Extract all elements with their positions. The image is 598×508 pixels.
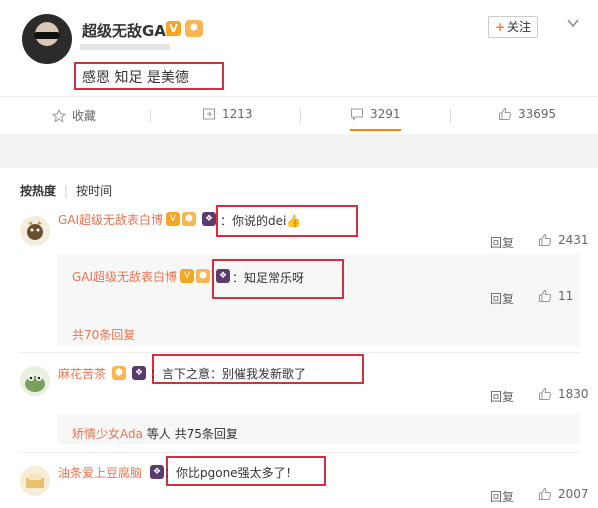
sort-by-time-tab[interactable]: 按时间	[76, 184, 112, 198]
comment-icon	[351, 108, 363, 121]
thumbs-up-icon	[539, 289, 552, 302]
comment-text-body: ：你说的dei	[220, 214, 287, 228]
verified-badge-icon: V	[180, 269, 194, 283]
sub-reply-like-count: 11	[558, 289, 574, 303]
comment-text: ：言下之意：别催我发新歌了	[150, 367, 307, 381]
comment-username[interactable]: GAI超级无敌表白博	[58, 211, 163, 228]
thumbs-up-icon	[539, 487, 552, 500]
more-replies-link[interactable]: 共70条回复	[72, 326, 135, 343]
level-badge-icon: ⬢	[196, 269, 210, 283]
verified-badge: V	[166, 21, 181, 36]
post-text: 感恩 知足 是美德	[82, 70, 189, 86]
comment-section: 按热度 | 按时间 GAI超级无敌表白博 V ⬢ ❖ ：你说的dei👍 回复 243…	[0, 168, 598, 508]
post-card: 超级无敌GAI V ⬢ + 关注 感恩 知足 是美德 收藏 1213 3291 3…	[0, 0, 598, 134]
verified-badge-icon: V	[166, 212, 180, 226]
favorite-label: 收藏	[72, 109, 97, 123]
thumbs-up-icon	[539, 387, 552, 400]
comment-like-button[interactable]: 1830	[538, 387, 589, 401]
reply-preview-username[interactable]: 矫情少女Ada	[72, 427, 143, 441]
comment-like-button[interactable]: 2007	[538, 487, 589, 501]
comment-like-button[interactable]: 2431	[538, 233, 589, 247]
reply-count-text: 等人 共75条回复	[142, 427, 238, 441]
level-badge-icon: ⬢	[112, 366, 126, 380]
divider	[150, 109, 151, 123]
comment-like-count: 1830	[558, 387, 589, 401]
comment-username[interactable]: 油条爱上豆腐脑	[58, 464, 142, 481]
like-button[interactable]: 33695	[498, 107, 556, 121]
repost-icon	[203, 108, 215, 120]
comment-avatar[interactable]	[20, 366, 50, 396]
thumbs-up-icon	[499, 107, 512, 120]
comment-avatar[interactable]	[20, 466, 50, 496]
thumbs-up-emoji: 👍	[286, 214, 302, 228]
member-badge-icon: ❖	[132, 366, 146, 380]
post-time-blurred	[80, 44, 170, 50]
divider	[300, 109, 301, 123]
comment-avatar[interactable]	[20, 216, 50, 246]
repost-button[interactable]: 1213	[202, 107, 253, 121]
follow-label: 关注	[507, 20, 532, 34]
sort-by-hot-tab[interactable]: 按热度	[20, 184, 56, 198]
row-divider	[18, 352, 580, 353]
comment-text: ：你比pgone强太多了！	[164, 466, 298, 480]
member-badge-icon: ❖	[150, 465, 164, 479]
chevron-down-icon[interactable]	[566, 16, 580, 30]
comment-button[interactable]: 3291	[350, 107, 401, 131]
reply-button[interactable]: 回复	[490, 488, 514, 505]
member-badge-icon: ❖	[202, 212, 216, 226]
post-action-bar: 收藏 1213 3291 33695	[0, 96, 598, 134]
level-badge-icon: ⬢	[182, 212, 196, 226]
comment-like-count: 2431	[558, 233, 589, 247]
user-avatar[interactable]	[22, 14, 72, 64]
reply-button[interactable]: 回复	[490, 234, 514, 251]
level-badge-icon: ⬢	[185, 20, 203, 37]
star-icon	[52, 108, 66, 123]
comment-like-count: 2007	[558, 487, 589, 501]
reply-button[interactable]: 回复	[490, 388, 514, 405]
comment-count: 3291	[370, 107, 401, 121]
row-divider	[18, 452, 580, 453]
favorite-button[interactable]: 收藏	[52, 107, 96, 124]
divider	[450, 109, 451, 123]
thumbs-up-icon	[539, 233, 552, 246]
sub-reply-text: ：知足常乐呀	[232, 271, 305, 285]
sort-separator: |	[64, 184, 69, 198]
reply-button[interactable]: 回复	[490, 290, 514, 307]
sub-reply-like-button[interactable]: 11	[538, 289, 573, 303]
sub-reply-username[interactable]: GAI超级无敌表白博	[72, 268, 177, 285]
follow-button[interactable]: + 关注	[488, 16, 538, 38]
post-username[interactable]: 超级无敌GAI	[82, 20, 172, 41]
more-replies-link[interactable]: 矫情少女Ada 等人 共75条回复	[72, 425, 238, 442]
comment-username[interactable]: 麻花苦茶	[58, 365, 106, 382]
repost-count: 1213	[222, 107, 253, 121]
plus-icon: +	[494, 20, 506, 34]
like-count: 33695	[518, 107, 557, 121]
comment-sort-bar: 按热度 | 按时间	[20, 182, 112, 199]
section-gap	[0, 134, 598, 168]
comment-text: ：你说的dei👍	[220, 212, 301, 229]
